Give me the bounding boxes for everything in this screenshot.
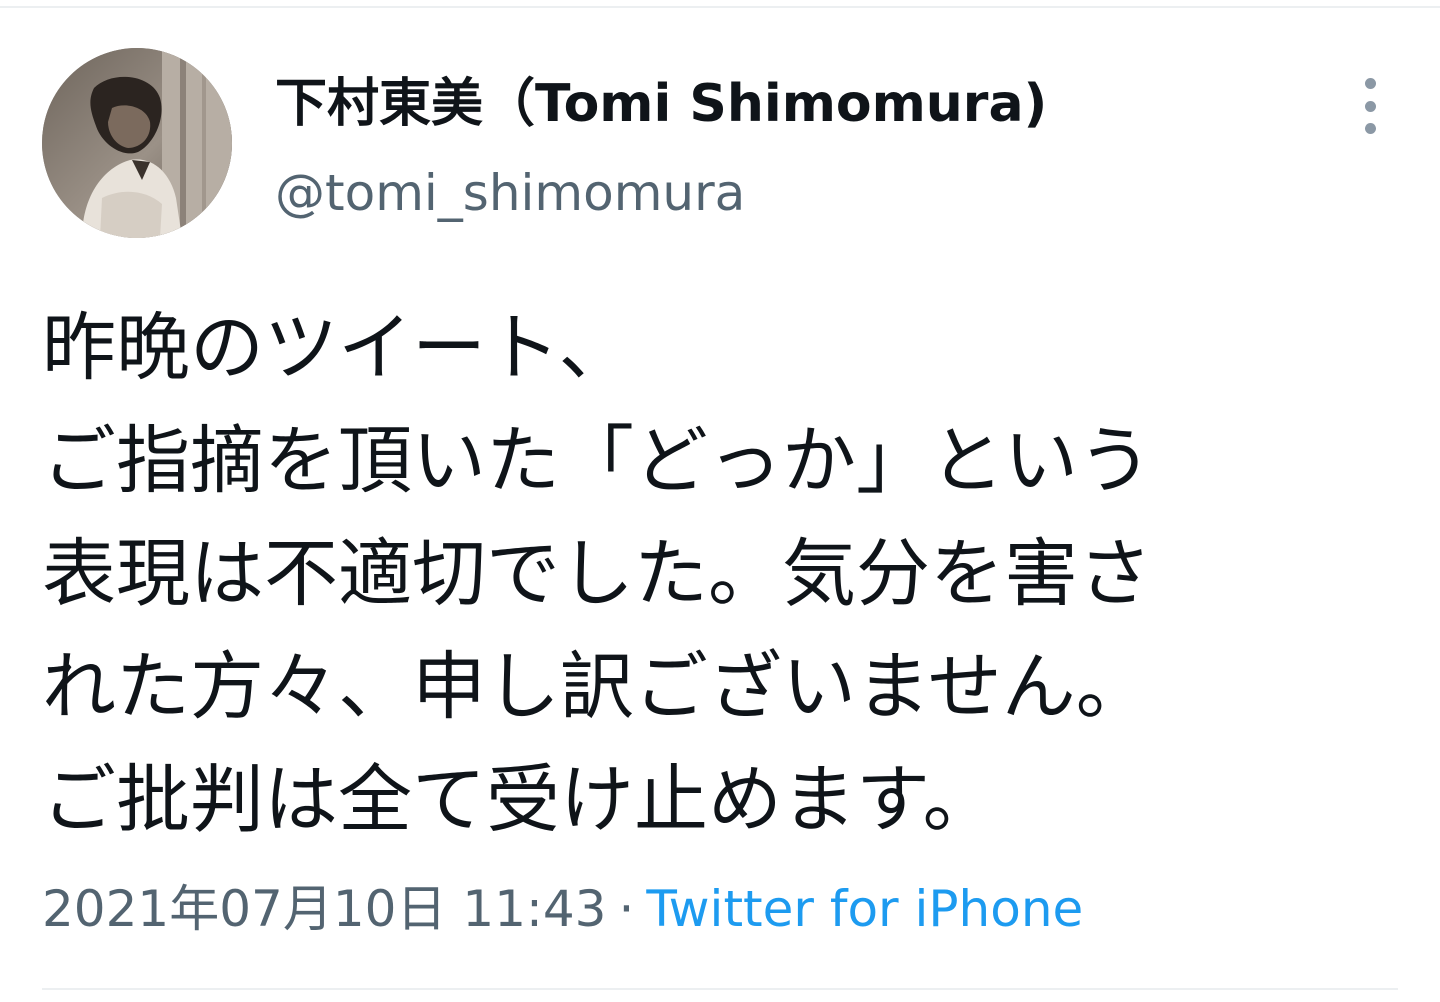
tweet-meta: 2021年07月10日 11:43 · Twitter for iPhone [42,876,1083,942]
author-avatar[interactable] [42,48,232,238]
more-options-button[interactable] [1346,78,1394,134]
tweet-timestamp[interactable]: 2021年07月10日 11:43 [42,880,606,938]
tweet: 下村東美（Tomi Shimomura) @tomi_shimomura 昨晩の… [0,0,1440,1002]
author-display-name[interactable]: 下村東美（Tomi Shimomura) [275,68,1047,140]
tweet-text-line: ご批判は全て受け止めます。 [42,757,997,843]
tweet-text-line: れた方々、申し訳ございません。 [42,644,1150,730]
tweet-text-line: 昨晩のツイート、 [42,305,633,391]
more-vertical-icon [1364,123,1376,134]
more-vertical-icon [1364,78,1376,89]
meta-separator: · [618,880,635,938]
avatar-photo-icon [42,48,232,238]
author-handle[interactable]: @tomi_shimomura [275,160,745,226]
bottom-divider [42,988,1398,990]
tweet-text: 昨晩のツイート、 ご指摘を頂いた「どっか」という 表現は不適切でした。気分を害さ… [42,292,1372,857]
more-vertical-icon [1364,100,1376,112]
tweet-text-line: 表現は不適切でした。気分を害さ [42,531,1152,617]
tweet-text-line: ご指摘を頂いた「どっか」という [42,418,1152,504]
tweet-source-link[interactable]: Twitter for iPhone [646,880,1083,938]
